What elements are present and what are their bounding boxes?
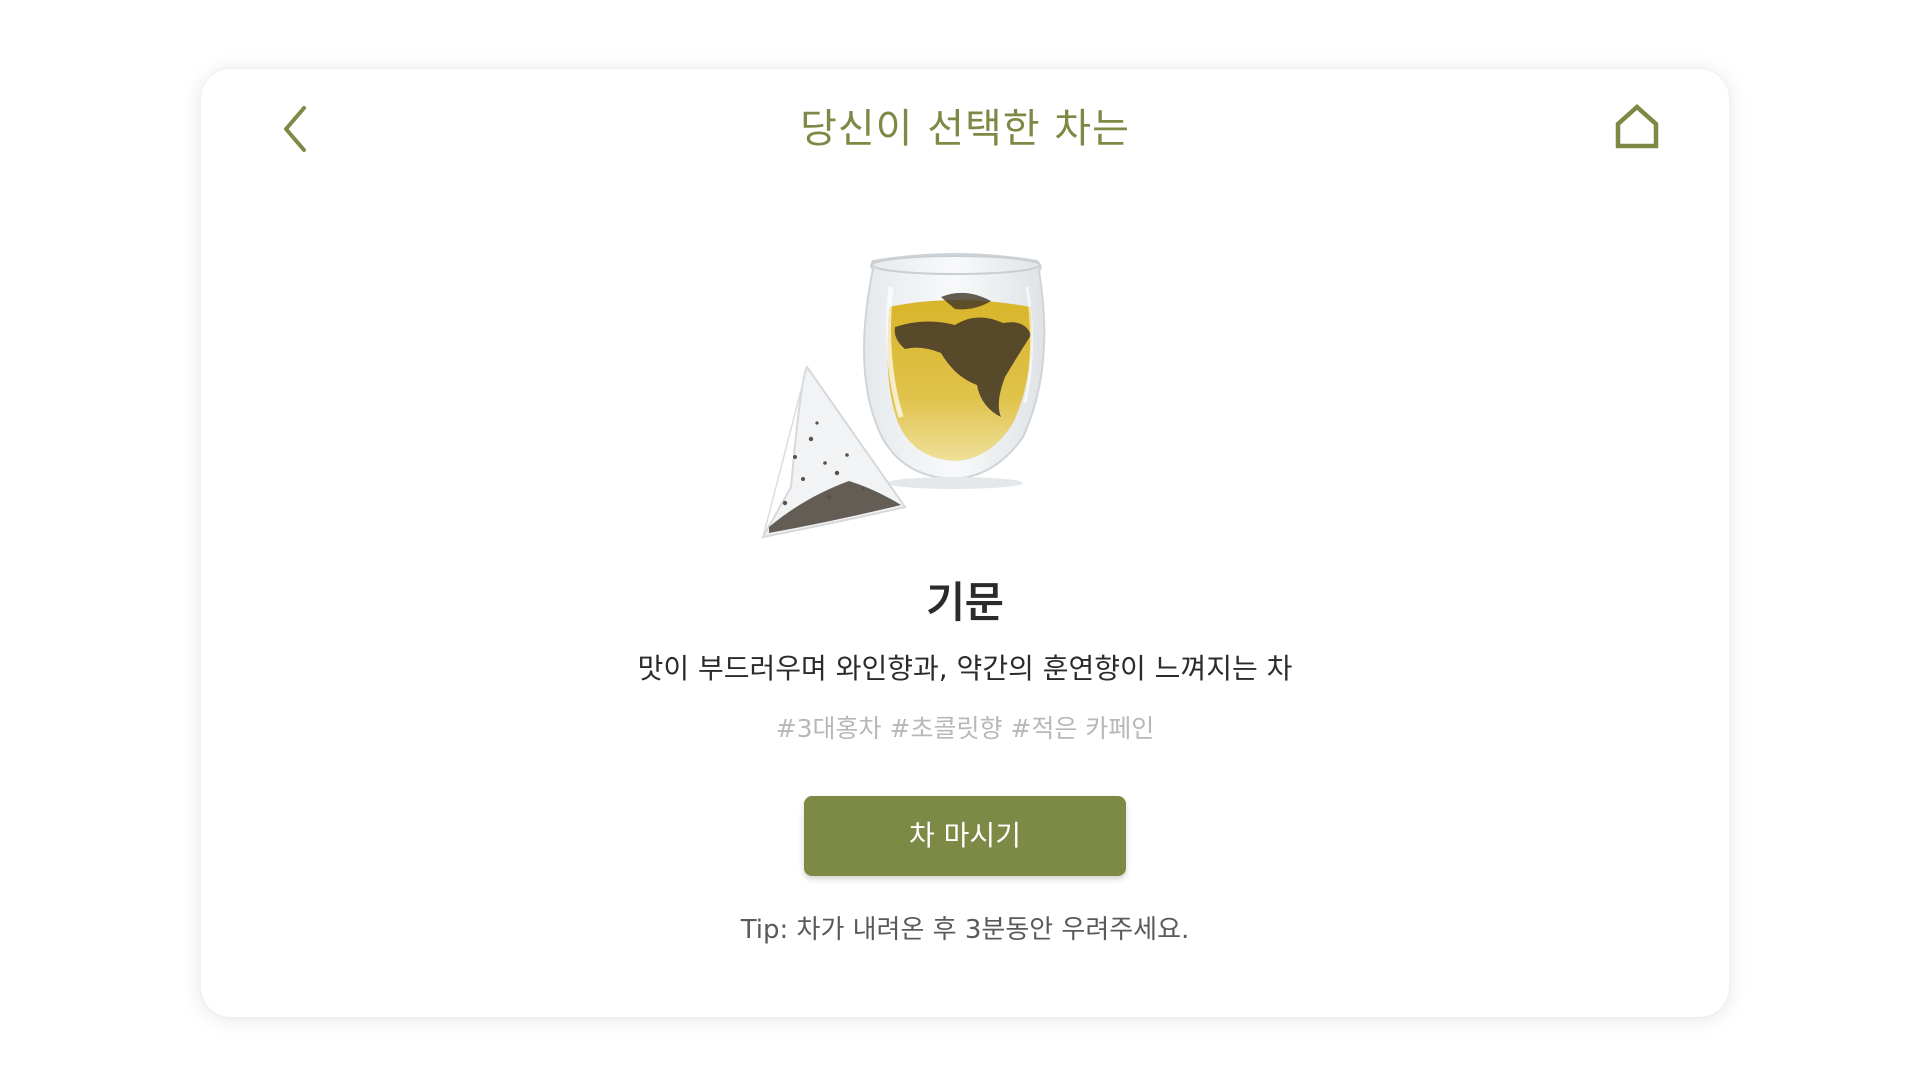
home-icon: [1615, 104, 1659, 149]
brewing-tip: Tip: 차가 내려온 후 3분동안 우려주세요.: [740, 915, 1190, 945]
result-card: 당신이 선택한 차는 기문 맛이 부드러우며 와인향과, 약간의 훈연향이 느껴…: [201, 69, 1729, 1017]
page-title: 당신이 선택한 차는: [800, 106, 1130, 152]
home-button[interactable]: [1607, 97, 1667, 157]
drink-tea-button[interactable]: 차 마시기: [804, 796, 1126, 876]
tea-image: [761, 253, 1046, 539]
tea-description: 맛이 부드러우며 와인향과, 약간의 훈연향이 느껴지는 차: [637, 652, 1293, 685]
tea-name: 기문: [926, 578, 1004, 627]
tea-tags: #3대홍차 #초콜릿향 #적은 카페인: [775, 714, 1155, 743]
